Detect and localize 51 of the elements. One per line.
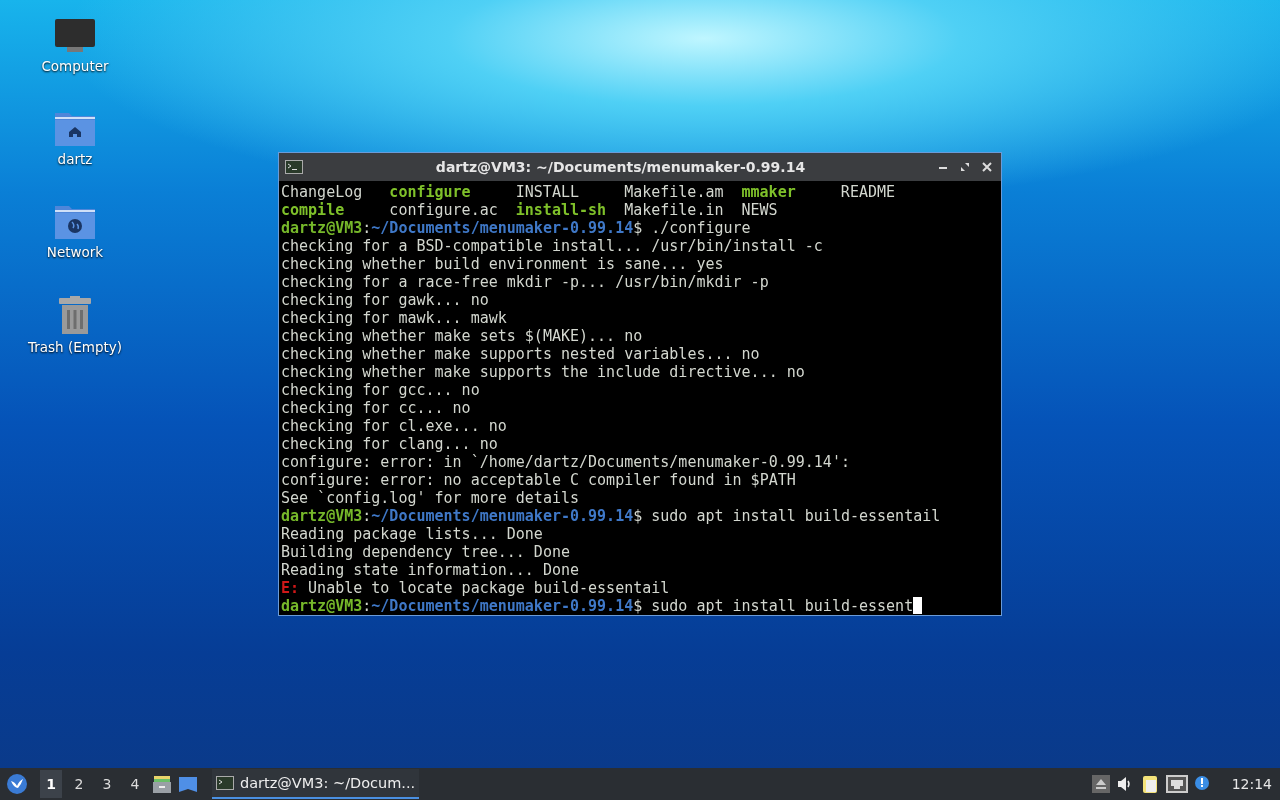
terminal-line: checking for cc... no — [281, 399, 471, 417]
close-icon[interactable] — [982, 162, 992, 172]
workspace-button[interactable]: 4 — [124, 770, 146, 798]
terminal-line: checking for a BSD-compatible install... /usr/bin/install -c — [281, 237, 823, 255]
file-cabinet-icon[interactable] — [152, 774, 172, 794]
terminal-line: checking for clang... no — [281, 435, 498, 453]
workspace-button[interactable]: 2 — [68, 770, 90, 798]
terminal-line: checking for gcc... no — [281, 381, 480, 399]
desktop-icon-label[interactable]: Trash (Empty) — [27, 339, 122, 355]
monitor-icon[interactable] — [54, 18, 96, 54]
file-name: configure.ac — [389, 201, 498, 219]
terminal-line: checking whether make supports nested variables... no — [281, 345, 760, 363]
terminal-line: Building dependency tree... Done — [281, 543, 570, 561]
terminal-line: Reading state information... Done — [281, 561, 579, 579]
terminal-line: checking for a race-free mkdir -p... /usr/bin/mkdir -p — [281, 273, 769, 291]
desktop-icon-label[interactable]: Network — [46, 244, 104, 260]
terminal-icon — [285, 160, 303, 174]
workspace-button[interactable]: 3 — [96, 770, 118, 798]
file-name: ChangeLog — [281, 183, 363, 201]
terminal-line: dartz@VM3:~/Documents/menumaker-0.99.14$ sudo apt install build-essent — [281, 597, 914, 615]
window-title: dartz@VM3: ~/Documents/menumaker-0.99.14 — [434, 159, 807, 175]
file-name: README — [840, 183, 896, 201]
workspace-button[interactable]: 1 — [40, 770, 62, 798]
file-name: NEWS — [741, 201, 778, 219]
clock[interactable]: 12:14 — [1231, 776, 1272, 792]
eject-icon[interactable] — [1091, 775, 1110, 793]
file-name: install-sh — [515, 201, 607, 219]
terminal-line: configure: error: no acceptable C compiler found in $PATH — [281, 471, 796, 489]
file-name: mmaker — [741, 183, 796, 201]
terminal-line: checking whether make sets $(MAKE)... no — [281, 327, 643, 345]
file-name: Makefile.in — [624, 201, 724, 219]
file-name: INSTALL — [515, 183, 579, 201]
terminal-line: dartz@VM3:~/Documents/menumaker-0.99.14$ sudo apt install build-essentail — [281, 507, 941, 525]
network-port-icon[interactable] — [1165, 775, 1188, 793]
terminal-line: checking for cl.exe... no — [281, 417, 507, 435]
terminal-line: configure: error: in `/home/dartz/Documents/menumaker-0.99.14': — [281, 453, 850, 471]
terminal-line: checking whether build environment is sane... yes — [281, 255, 724, 273]
maximize-icon[interactable] — [960, 162, 970, 172]
terminal-line: See `config.log' for more details — [281, 489, 579, 507]
terminal-line: checking whether make supports the include directive... no — [281, 363, 805, 381]
file-name: Makefile.am — [624, 183, 724, 201]
file-name: configure — [389, 183, 471, 201]
terminal-line: dartz@VM3:~/Documents/menumaker-0.99.14$ ./configure — [281, 219, 751, 237]
terminal-icon — [216, 776, 234, 790]
terminal-line: Reading package lists... Done — [281, 525, 543, 543]
file-name: compile — [281, 201, 345, 219]
terminal-line: E: Unable to locate package build-essentail — [281, 579, 670, 597]
task-button[interactable]: dartz@VM3: ~/Docum... — [212, 769, 420, 799]
terminal-line: checking for mawk... mawk — [281, 309, 507, 327]
desktop-icon-label[interactable]: dartz — [57, 151, 93, 167]
terminal-line: checking for gawk... no — [281, 291, 489, 309]
